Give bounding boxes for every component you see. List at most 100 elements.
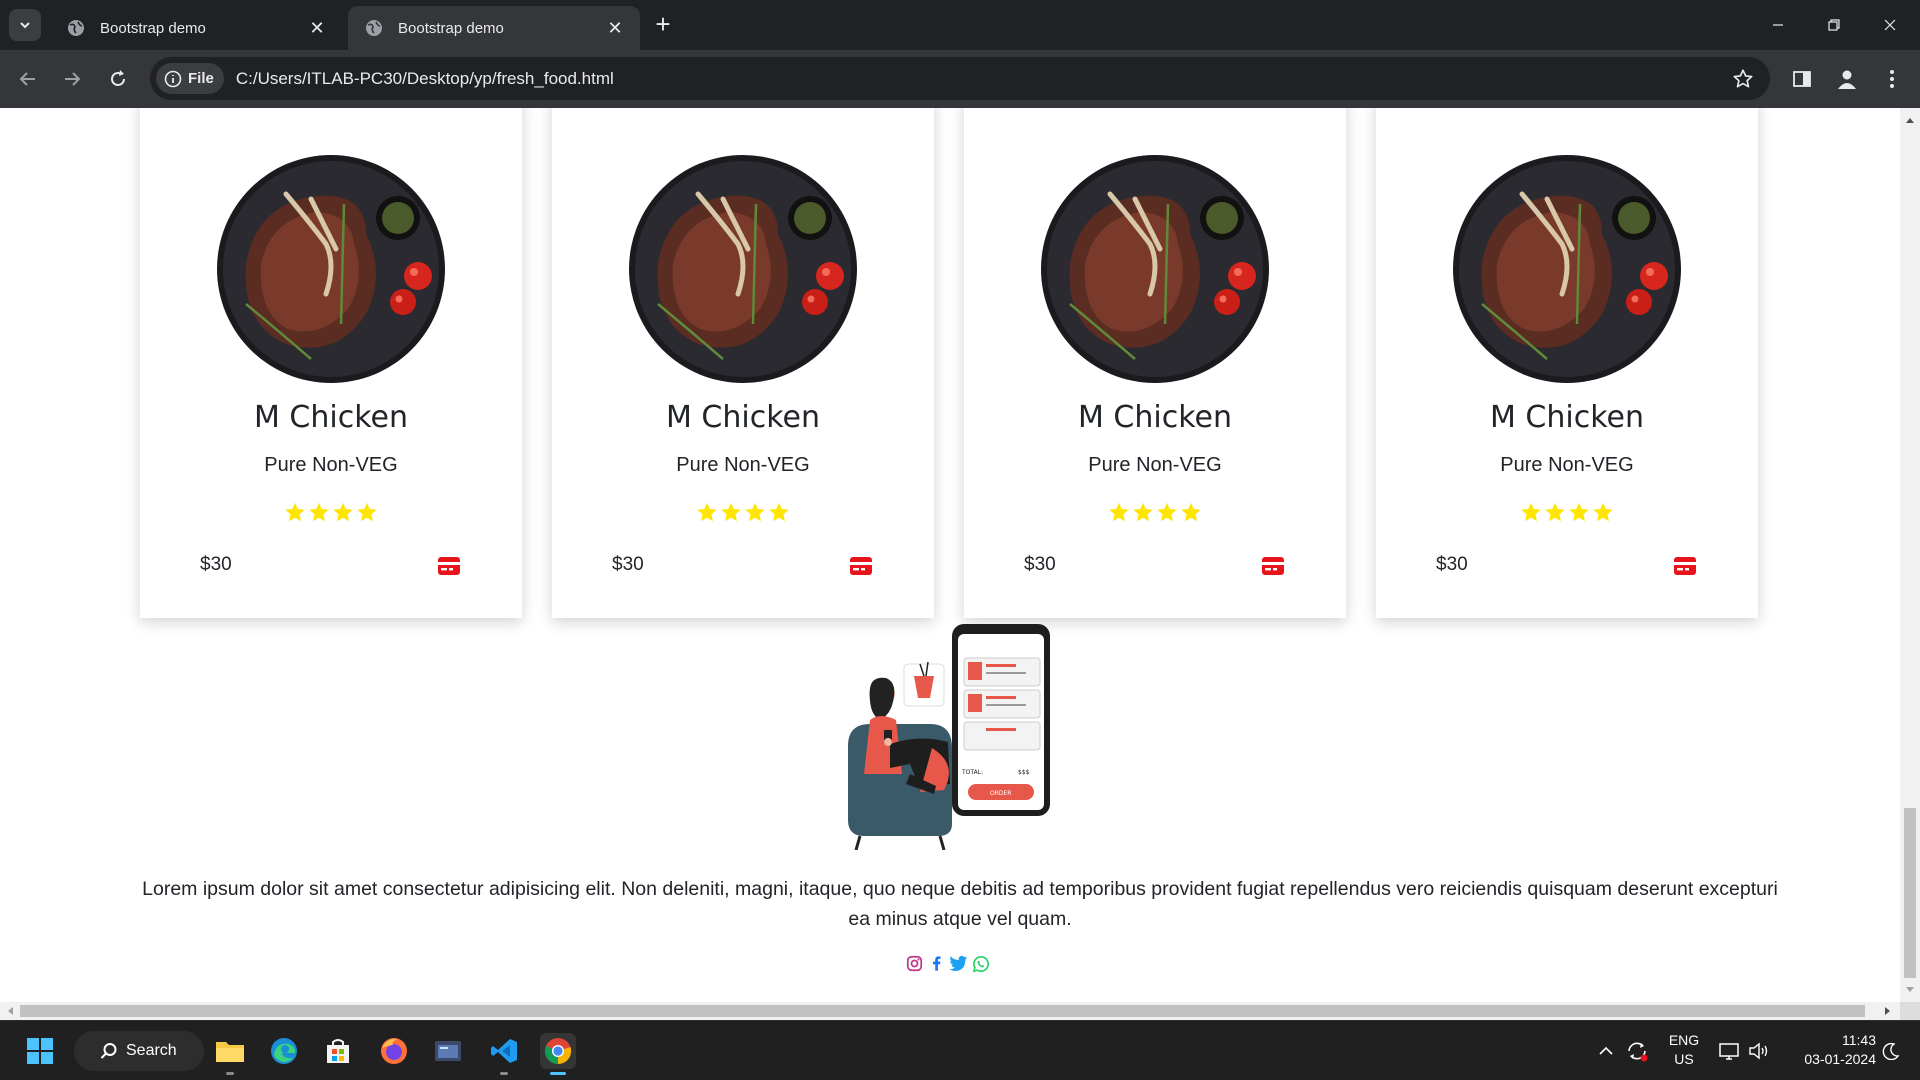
- facebook-icon[interactable]: [927, 954, 946, 973]
- close-icon[interactable]: ✕: [604, 17, 626, 39]
- menu-button[interactable]: [1877, 64, 1907, 94]
- product-category: Pure Non-VEG: [1500, 454, 1634, 476]
- new-tab-button[interactable]: +: [650, 11, 676, 38]
- product-card: M Chicken Pure Non-VEG $30: [552, 108, 934, 618]
- notification-button[interactable]: [1876, 1033, 1906, 1069]
- browser-tab-active[interactable]: Bootstrap demo ✕: [348, 6, 640, 50]
- clock-date: 03-01-2024: [1804, 1051, 1876, 1067]
- language-label: ENG: [1668, 1032, 1700, 1048]
- steak-plate-image: [217, 155, 445, 383]
- chip-label: File: [188, 70, 214, 87]
- folder-icon: [216, 1042, 244, 1062]
- side-panel-button[interactable]: [1787, 64, 1817, 94]
- close-window-button[interactable]: [1862, 0, 1918, 50]
- volume-button[interactable]: [1744, 1033, 1774, 1069]
- whatsapp-icon[interactable]: [971, 954, 990, 973]
- product-category: Pure Non-VEG: [1088, 454, 1222, 476]
- illus-amount-label: $$$: [1018, 769, 1030, 776]
- star-icon: [357, 502, 377, 522]
- globe-icon: [68, 20, 84, 36]
- firefox-app[interactable]: [376, 1033, 412, 1069]
- star-icon: [721, 502, 741, 522]
- illus-total-label: TOTAL:: [961, 769, 983, 776]
- side-panel-icon: [1793, 71, 1811, 87]
- scroll-right-arrow-icon[interactable]: [1884, 1006, 1892, 1016]
- credit-card-icon[interactable]: [1261, 555, 1285, 577]
- microsoft-store-app[interactable]: [320, 1033, 356, 1069]
- credit-card-icon[interactable]: [437, 555, 461, 577]
- credit-card-icon[interactable]: [1673, 555, 1697, 577]
- vertical-scrollbar[interactable]: [1900, 108, 1920, 1002]
- minimize-button[interactable]: [1750, 0, 1806, 50]
- app-window-icon-button[interactable]: [430, 1033, 466, 1069]
- star-icon: [1593, 502, 1613, 522]
- language-indicator[interactable]: ENG US: [1666, 1031, 1702, 1069]
- file-explorer-app[interactable]: [212, 1033, 248, 1075]
- product-card: M Chicken Pure Non-VEG $30: [1376, 108, 1758, 618]
- credit-card-icon[interactable]: [849, 555, 873, 577]
- reload-button[interactable]: [103, 64, 133, 94]
- back-button[interactable]: [13, 64, 43, 94]
- close-icon[interactable]: ✕: [306, 17, 328, 39]
- forward-button[interactable]: [57, 64, 87, 94]
- show-hidden-icons-button[interactable]: [1594, 1033, 1618, 1069]
- tab-search-button[interactable]: [9, 9, 41, 41]
- site-info-chip[interactable]: File: [156, 63, 224, 94]
- vertical-scroll-thumb[interactable]: [1904, 808, 1916, 978]
- edge-app[interactable]: [266, 1033, 302, 1069]
- star-icon: [1157, 502, 1177, 522]
- tab-title: Bootstrap demo: [100, 19, 206, 37]
- chevron-down-icon: [20, 22, 30, 29]
- store-icon: [327, 1039, 349, 1063]
- sync-icon: [1628, 1042, 1648, 1062]
- browser-toolbar: File C:/Users/ITLAB-PC30/Desktop/yp/fres…: [0, 50, 1920, 108]
- edge-icon: [271, 1038, 297, 1064]
- scroll-down-arrow-icon[interactable]: [1905, 986, 1915, 994]
- steak-plate-image: [1041, 155, 1269, 383]
- star-icon: [1181, 502, 1201, 522]
- kebab-menu-icon: [1890, 70, 1894, 88]
- footer-description: Lorem ipsum dolor sit amet consectetur a…: [142, 878, 1778, 930]
- url-text[interactable]: C:/Users/ITLAB-PC30/Desktop/yp/fresh_foo…: [236, 69, 1728, 89]
- vscode-icon: [491, 1039, 517, 1063]
- info-icon: [164, 70, 182, 87]
- clock[interactable]: 11:43 03-01-2024: [1776, 1031, 1876, 1069]
- profile-button[interactable]: [1832, 64, 1862, 94]
- product-name: M Chicken: [1078, 400, 1232, 435]
- taskbar-search[interactable]: Search: [74, 1031, 204, 1071]
- star-icon: [1133, 502, 1153, 522]
- chrome-icon: [544, 1038, 572, 1065]
- sync-status-button[interactable]: [1622, 1033, 1652, 1069]
- page-viewport: M Chicken Pure Non-VEG $30 M Chicken Pure No…: [0, 108, 1920, 1002]
- region-label: US: [1674, 1051, 1694, 1067]
- horizontal-scroll-thumb[interactable]: [20, 1005, 1865, 1017]
- product-price: $30: [200, 554, 232, 575]
- chevron-up-icon: [1599, 1046, 1613, 1055]
- horizontal-scrollbar[interactable]: [0, 1002, 1900, 1020]
- star-icon: [1545, 502, 1565, 522]
- reload-icon: [111, 70, 125, 86]
- globe-icon: [366, 20, 382, 36]
- firefox-icon: [381, 1038, 407, 1064]
- chrome-app-active[interactable]: [540, 1033, 576, 1075]
- instagram-icon[interactable]: [905, 954, 924, 973]
- clock-time: 11:43: [1842, 1032, 1876, 1048]
- vscode-app[interactable]: [486, 1033, 522, 1075]
- illus-order-label: ORDER: [990, 790, 1011, 797]
- twitter-icon[interactable]: [949, 954, 968, 973]
- star-icon: [1521, 502, 1541, 522]
- scroll-left-arrow-icon[interactable]: [6, 1006, 14, 1016]
- browser-tab[interactable]: Bootstrap demo ✕: [50, 6, 342, 50]
- taskbar-search-label: Search: [126, 1042, 177, 1059]
- bookmark-button[interactable]: [1728, 64, 1758, 94]
- food-order-illustration: TOTAL: $$$ ORDER: [848, 624, 1050, 850]
- product-card: M Chicken Pure Non-VEG $30: [964, 108, 1346, 618]
- steak-plate-image: [629, 155, 857, 383]
- minimize-icon: [1773, 24, 1783, 26]
- product-name: M Chicken: [666, 400, 820, 435]
- address-bar[interactable]: File C:/Users/ITLAB-PC30/Desktop/yp/fres…: [150, 57, 1770, 100]
- start-button[interactable]: [22, 1033, 58, 1069]
- restore-button[interactable]: [1806, 0, 1862, 50]
- scroll-up-arrow-icon[interactable]: [1905, 116, 1915, 124]
- network-button[interactable]: [1714, 1033, 1744, 1069]
